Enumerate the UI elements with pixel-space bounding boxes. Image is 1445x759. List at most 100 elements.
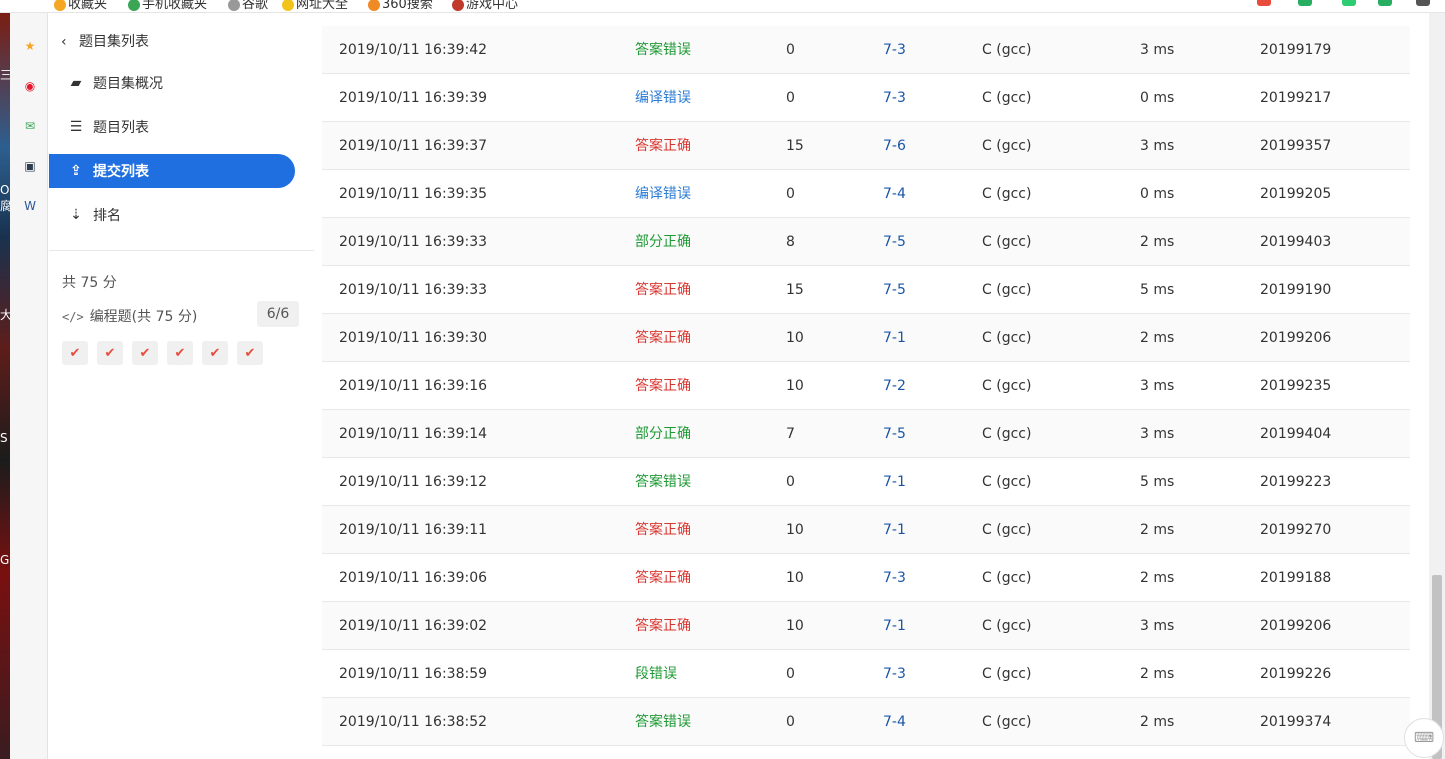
problem-link[interactable]: 7-5 xyxy=(883,218,906,266)
compiler: C (gcc) xyxy=(982,474,1032,490)
judge-status[interactable]: 答案正确 xyxy=(635,506,691,554)
submit-time: 2019/10/11 16:39:37 xyxy=(339,138,488,154)
table-row: 2019/10/11 16:39:14 部分正确 7 7-5 C (gcc) 3 ms 20… xyxy=(322,410,1410,458)
problem-link[interactable]: 7-6 xyxy=(883,122,906,170)
problem-link[interactable]: 7-1 xyxy=(883,314,906,362)
compiler: C (gcc) xyxy=(982,42,1032,58)
run-time: 5 ms xyxy=(1140,474,1175,490)
run-time: 0 ms xyxy=(1140,186,1175,202)
feedback-icon: ⌨ xyxy=(1413,730,1435,746)
compiler: C (gcc) xyxy=(982,570,1032,586)
problem-link[interactable]: 7-1 xyxy=(883,602,906,650)
submit-time: 2019/10/11 16:39:33 xyxy=(339,282,488,298)
judge-status[interactable]: 编译错误 xyxy=(635,170,691,218)
table-row: 2019/10/11 16:39:33 部分正确 8 7-5 C (gcc) 2 ms 20… xyxy=(322,218,1410,266)
judge-status[interactable]: 部分正确 xyxy=(635,218,691,266)
check-icon: ✔ xyxy=(69,345,81,361)
bookmark-label: 360搜索 xyxy=(382,0,433,12)
problem-link[interactable]: 7-5 xyxy=(883,410,906,458)
problem-check-4[interactable]: ✔ xyxy=(167,341,193,365)
judge-status[interactable]: 答案错误 xyxy=(635,26,691,74)
judge-status[interactable]: 答案正确 xyxy=(635,362,691,410)
nav-item-0[interactable]: ▰ 题目集概况 xyxy=(49,66,295,100)
judge-status[interactable]: 答案正确 xyxy=(635,554,691,602)
weibo-icon[interactable]: ◉ xyxy=(19,75,41,97)
list-icon: ☰ xyxy=(69,119,83,135)
submit-time: 2019/10/11 16:39:14 xyxy=(339,426,488,442)
problem-link[interactable]: 7-4 xyxy=(883,698,906,746)
problem-set-nav: ‹ 题目集列表 ▰ 题目集概况 ☰ 题目列表 ⇪ 提交列表 ⇣ 排名 共 75 分 </> 编程题… xyxy=(49,13,314,759)
problem-link[interactable]: 7-1 xyxy=(883,506,906,554)
news-icon[interactable]: ▣ xyxy=(19,155,41,177)
sort-icon: ⇣ xyxy=(70,207,82,223)
score: 0 xyxy=(786,42,795,58)
problem-link[interactable]: 7-4 xyxy=(883,170,906,218)
submit-time: 2019/10/11 16:39:11 xyxy=(339,522,488,538)
feedback-button[interactable]: ⌨ xyxy=(1404,718,1444,758)
nav-item-label: 题目集概况 xyxy=(93,76,163,92)
problem-link[interactable]: 7-1 xyxy=(883,458,906,506)
judge-status[interactable]: 答案正确 xyxy=(635,122,691,170)
nav-item-label: 排名 xyxy=(93,208,121,224)
judge-status[interactable]: 答案错误 xyxy=(635,698,691,746)
problem-link[interactable]: 7-3 xyxy=(883,650,906,698)
user-id: 20199188 xyxy=(1260,570,1332,586)
judge-status[interactable]: 部分正确 xyxy=(635,410,691,458)
bookmark-item[interactable]: 收藏夹 xyxy=(54,0,107,12)
extension-icon[interactable] xyxy=(1378,0,1392,6)
user-id: 20199205 xyxy=(1260,186,1332,202)
problem-check-6[interactable]: ✔ xyxy=(237,341,263,365)
user-id: 20199217 xyxy=(1260,90,1332,106)
problem-check-3[interactable]: ✔ xyxy=(132,341,158,365)
back-to-problem-sets-link[interactable]: ‹ 题目集列表 xyxy=(61,31,149,51)
run-time: 2 ms xyxy=(1140,330,1175,346)
mail-icon[interactable]: ✉ xyxy=(19,115,41,137)
compiler: C (gcc) xyxy=(982,426,1032,442)
table-row: 2019/10/11 16:39:37 答案正确 15 7-6 C (gcc) 3 ms 2… xyxy=(322,122,1410,170)
run-time: 3 ms xyxy=(1140,426,1175,442)
submit-time: 2019/10/11 16:39:35 xyxy=(339,186,488,202)
bookmark-item[interactable]: 游戏中心 xyxy=(452,0,518,12)
compiler: C (gcc) xyxy=(982,618,1032,634)
judge-status[interactable]: 答案正确 xyxy=(635,602,691,650)
back-link-label: 题目集列表 xyxy=(79,34,149,50)
run-time: 2 ms xyxy=(1140,714,1175,730)
problem-link[interactable]: 7-3 xyxy=(883,74,906,122)
problem-link[interactable]: 7-2 xyxy=(883,362,906,410)
problem-link[interactable]: 7-3 xyxy=(883,26,906,74)
problem-check-1[interactable]: ✔ xyxy=(62,341,88,365)
bookmark-item[interactable]: 360搜索 xyxy=(368,0,433,12)
word-icon[interactable]: W xyxy=(19,195,41,217)
problem-link[interactable]: 7-3 xyxy=(883,554,906,602)
compiler: C (gcc) xyxy=(982,330,1032,346)
score: 0 xyxy=(786,666,795,682)
bookmark-item[interactable]: 谷歌 xyxy=(228,0,268,12)
extension-icon[interactable] xyxy=(1257,0,1271,6)
nav-item-2[interactable]: ⇪ 提交列表 xyxy=(49,154,295,188)
judge-status[interactable]: 编译错误 xyxy=(635,74,691,122)
judge-status[interactable]: 段错误 xyxy=(635,650,677,698)
nav-item-1[interactable]: ☰ 题目列表 xyxy=(49,110,295,144)
run-time: 5 ms xyxy=(1140,282,1175,298)
compiler: C (gcc) xyxy=(982,714,1032,730)
nav-item-3[interactable]: ⇣ 排名 xyxy=(49,198,295,232)
table-row: 2019/10/11 16:39:30 答案正确 10 7-1 C (gcc) 2 ms 2… xyxy=(322,314,1410,362)
judge-status[interactable]: 答案正确 xyxy=(635,314,691,362)
judge-status[interactable]: 答案正确 xyxy=(635,266,691,314)
problem-check-2[interactable]: ✔ xyxy=(97,341,123,365)
bookmark-item[interactable]: 手机收藏夹 xyxy=(128,0,207,12)
problem-check-5[interactable]: ✔ xyxy=(202,341,228,365)
extension-icon[interactable] xyxy=(1416,0,1430,6)
user-id: 20199374 xyxy=(1260,714,1332,730)
run-time: 2 ms xyxy=(1140,666,1175,682)
judge-status[interactable]: 答案错误 xyxy=(635,458,691,506)
star-icon[interactable]: ★ xyxy=(19,35,41,57)
extension-icon[interactable] xyxy=(1342,0,1356,6)
table-row: 2019/10/11 16:39:06 答案正确 10 7-3 C (gcc) 2 ms 2… xyxy=(322,554,1410,602)
problem-status-checks: ✔ ✔ ✔ ✔ ✔ ✔ xyxy=(62,341,263,365)
bookmark-item[interactable]: 网址大全 xyxy=(282,0,348,12)
extension-icon[interactable] xyxy=(1298,0,1312,6)
page-scrollbar[interactable] xyxy=(1429,13,1445,759)
programming-section-label[interactable]: </> 编程题(共 75 分) xyxy=(62,306,197,326)
problem-link[interactable]: 7-5 xyxy=(883,266,906,314)
